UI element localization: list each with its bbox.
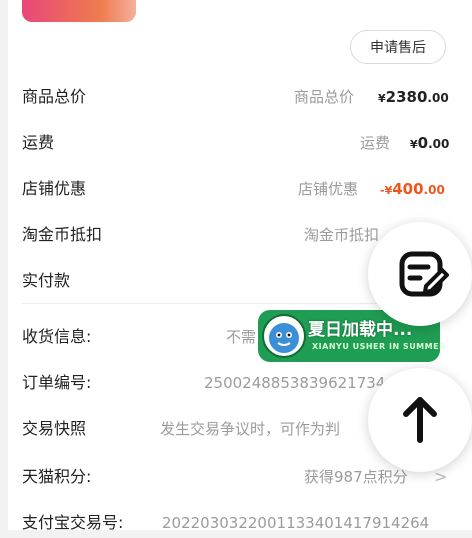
row-label: 订单编号: [22,373,92,392]
scroll-to-top-button[interactable] [368,368,472,472]
row-alipay-trade-number: 支付宝交易号: 2022030322001133401417914264 [22,508,452,538]
row-label: 店铺优惠 [22,179,87,198]
alipay-trade-number-value: 2022030322001133401417914264 [162,514,430,532]
row-total-price: 商品总价 商品总价 ¥2380.00 [22,82,452,112]
row-label: 交易快照 [22,419,87,438]
row-label: 淘金币抵扣 [22,225,103,244]
row-label: 实付款 [22,271,71,290]
mascot-icon [262,314,306,358]
total-price-value: ¥2380.00 [378,88,449,106]
banner-subtitle: XIANYU USHER IN SUMMER [312,342,446,351]
product-thumbnail[interactable] [22,0,136,22]
shipping-fee-value: ¥0.00 [410,134,450,152]
order-number-value: 2500248853839621734 [204,374,386,392]
row-hint: 发生交易争议时，可作为判 [160,420,341,438]
apply-after-sale-button[interactable]: 申请售后 [350,30,446,64]
row-label: 天猫积分: [22,467,92,486]
row-label: 收货信息: [22,327,92,346]
row-hint: 运费 [360,134,391,152]
store-discount-value: -¥400.00 [380,180,445,198]
row-shipping-fee: 运费 运费 ¥0.00 [22,128,452,158]
row-store-discount: 店铺优惠 店铺优惠 -¥400.00 [22,174,452,204]
row-label: 运费 [22,133,55,152]
edit-feedback-button[interactable] [368,222,472,326]
row-hint: 不需 [226,328,257,346]
arrow-up-icon [403,397,437,443]
row-hint: 店铺优惠 [298,180,359,198]
row-label: 商品总价 [22,87,87,106]
edit-note-icon [399,251,449,297]
row-label: 支付宝交易号: [22,513,124,532]
row-hint: 商品总价 [294,88,355,106]
